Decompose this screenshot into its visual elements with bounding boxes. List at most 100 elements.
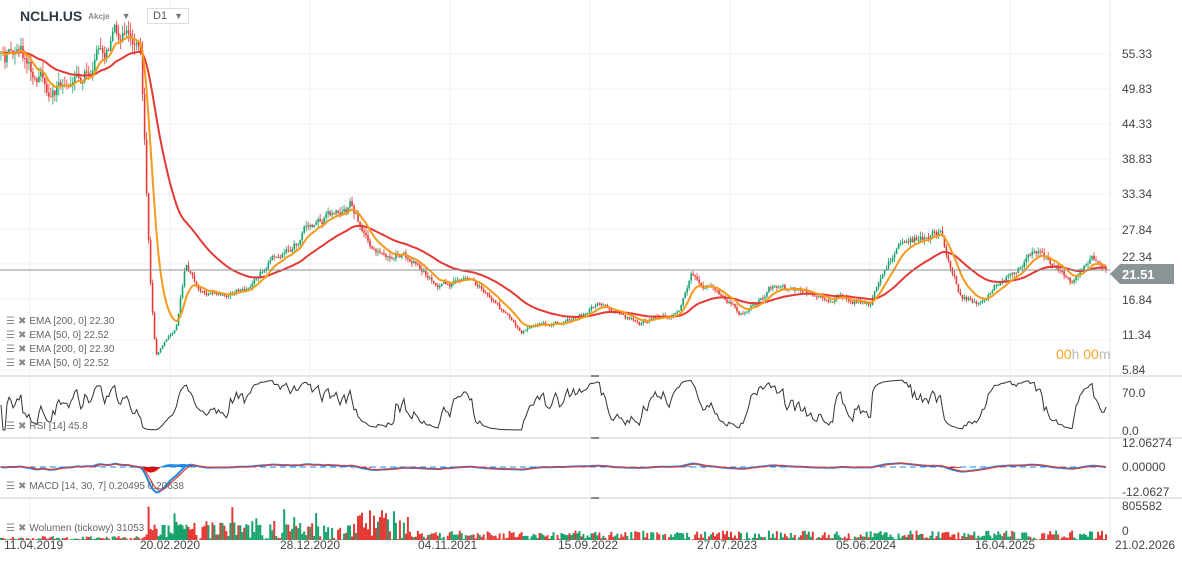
- candle: [917, 240, 920, 242]
- volume-bar: [642, 530, 645, 540]
- indicator-ema200[interactable]: ☰ ✖ EMA [200, 0] 22.30: [6, 344, 114, 355]
- volume-bar: [382, 517, 385, 540]
- close-icon[interactable]: ✖: [18, 330, 26, 341]
- candle: [907, 241, 910, 243]
- price-chart[interactable]: [0, 0, 1182, 562]
- candle: [1085, 264, 1087, 266]
- close-icon[interactable]: ✖: [18, 481, 26, 492]
- macd-histogram-bar: [167, 464, 170, 467]
- candle: [151, 283, 154, 313]
- candle: [36, 78, 38, 83]
- candle: [271, 256, 274, 261]
- macd-histogram-bar: [163, 465, 166, 467]
- volume-bar: [931, 531, 934, 540]
- candle: [1007, 275, 1010, 277]
- close-icon[interactable]: ✖: [18, 358, 26, 369]
- settings-icon[interactable]: ☰: [6, 330, 15, 341]
- indicator-ema200[interactable]: ☰ ✖ EMA [200, 0] 22.30: [6, 316, 114, 327]
- candle: [263, 270, 266, 272]
- volume-bar: [480, 536, 483, 540]
- candle: [1061, 270, 1063, 272]
- macd-histogram-bar: [957, 467, 960, 468]
- candle: [225, 295, 228, 297]
- volume-bar: [502, 533, 505, 540]
- candle: [815, 296, 818, 298]
- macd-histogram-bar: [881, 466, 884, 467]
- settings-icon[interactable]: ☰: [6, 316, 15, 327]
- candle: [802, 290, 804, 292]
- volume-bar: [283, 509, 286, 540]
- volume-bar: [147, 506, 150, 540]
- indicator-ema50[interactable]: ☰ ✖ EMA [50, 0] 22.52: [6, 330, 109, 341]
- indicator-ema50[interactable]: ☰ ✖ EMA [50, 0] 22.52: [6, 358, 109, 369]
- candle: [849, 301, 852, 303]
- candle: [556, 322, 559, 324]
- settings-icon[interactable]: ☰: [6, 358, 15, 369]
- close-icon[interactable]: ✖: [18, 344, 26, 355]
- volume-bar: [123, 536, 126, 540]
- candle: [1097, 261, 1099, 263]
- candle: [1091, 255, 1093, 260]
- candle: [825, 299, 828, 301]
- volume-bar: [769, 537, 772, 540]
- volume-bar: [534, 535, 537, 540]
- candle: [921, 236, 924, 240]
- candle: [442, 282, 445, 284]
- settings-icon[interactable]: ☰: [6, 344, 15, 355]
- settings-icon[interactable]: ☰: [6, 523, 15, 534]
- candle: [409, 259, 411, 262]
- candle: [1011, 273, 1014, 275]
- candle: [760, 298, 762, 300]
- candle: [1095, 260, 1097, 262]
- candle: [829, 301, 832, 303]
- candle: [875, 287, 878, 292]
- volume-bar: [376, 521, 379, 540]
- rsi-line: [0, 379, 1107, 431]
- candle: [433, 281, 435, 284]
- indicator-volume[interactable]: ☰ ✖ Wolumen (tickowy) 31053: [6, 523, 144, 534]
- candle: [983, 300, 986, 302]
- volume-bar: [937, 531, 940, 540]
- candle: [163, 341, 166, 346]
- settings-icon[interactable]: ☰: [6, 421, 15, 432]
- candle: [524, 330, 527, 332]
- candle: [476, 284, 479, 287]
- symbol-selector[interactable]: NCLH.US Akcje ▼: [20, 8, 131, 24]
- volume-bar: [530, 536, 533, 540]
- candle: [776, 286, 778, 288]
- close-icon[interactable]: ✖: [18, 316, 26, 327]
- volume-bar: [394, 522, 397, 540]
- indicator-rsi[interactable]: ☰ ✖ RSI [14] 45.8: [6, 421, 88, 432]
- volume-bar: [253, 531, 256, 540]
- candle: [827, 300, 830, 302]
- volume-bar: [1045, 539, 1048, 540]
- close-icon[interactable]: ✖: [18, 523, 26, 534]
- volume-bar: [113, 536, 116, 540]
- volume-bar: [65, 537, 68, 540]
- volume-bar: [69, 539, 72, 540]
- candle: [437, 285, 439, 288]
- candle: [897, 244, 900, 250]
- volume-bar: [684, 538, 687, 540]
- candle: [281, 254, 284, 258]
- indicator-macd[interactable]: ☰ ✖ MACD [14, 30, 7] 0.20495 0.20638: [6, 481, 184, 492]
- volume-bar: [77, 538, 80, 540]
- candle: [893, 253, 896, 258]
- close-icon[interactable]: ✖: [18, 421, 26, 432]
- volume-bar: [73, 538, 76, 540]
- volume-bar: [1069, 532, 1072, 540]
- candle: [568, 319, 571, 321]
- volume-bar: [275, 535, 278, 540]
- date-axis-label: 04.11.2021: [418, 538, 478, 552]
- candle: [746, 311, 748, 313]
- timeframe-select[interactable]: D1 ▼: [147, 8, 189, 24]
- candle: [253, 279, 256, 284]
- settings-icon[interactable]: ☰: [6, 481, 15, 492]
- candle: [387, 256, 389, 258]
- volume-bar: [370, 535, 373, 540]
- candle: [500, 309, 503, 311]
- candle: [913, 237, 916, 243]
- candle: [674, 312, 676, 315]
- volume-bar: [949, 536, 952, 540]
- candle: [393, 258, 395, 260]
